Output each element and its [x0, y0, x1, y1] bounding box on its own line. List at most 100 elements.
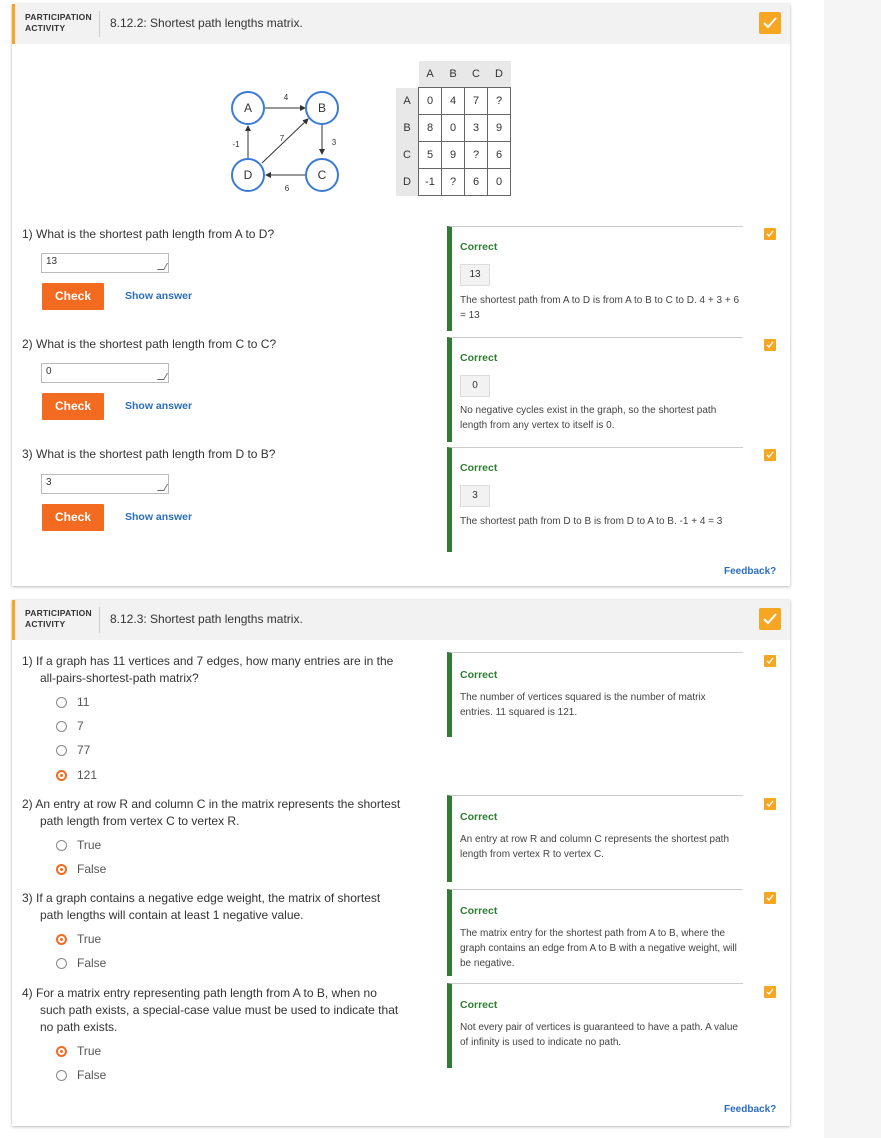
row-header: A — [396, 87, 419, 115]
col-header: D — [487, 61, 511, 88]
radio-button-selected[interactable] — [56, 1046, 67, 1057]
radio-button[interactable] — [56, 840, 67, 851]
radio-button[interactable] — [56, 958, 67, 969]
feedback-panel: Correct 3 The shortest path from D to B … — [447, 447, 743, 552]
matrix-cell: 8 — [418, 114, 442, 142]
question-4: 4) For a matrix entry representing path … — [22, 986, 399, 1034]
feedback-panel: Correct The matrix entry for the shortes… — [447, 889, 743, 976]
matrix-cell: ? — [441, 168, 465, 196]
matrix-cell: 3 — [464, 114, 488, 142]
svg-text:A: A — [244, 101, 252, 115]
show-answer-link[interactable]: Show answer — [125, 511, 192, 523]
radio-button-selected[interactable] — [56, 864, 67, 875]
participation-activity-1: PARTICIPATION ACTIVITY 8.12.2: Shortest … — [12, 4, 790, 586]
question-number: 2) — [22, 337, 33, 351]
feedback-value: 3 — [460, 485, 490, 507]
activity-header: PARTICIPATION ACTIVITY 8.12.2: Shortest … — [12, 4, 790, 44]
feedback-status: Correct — [460, 905, 498, 917]
feedback-panel: Correct 13 The shortest path from A to D… — [447, 226, 743, 331]
participation-activity-2: PARTICIPATION ACTIVITY 8.12.3: Shortest … — [12, 600, 790, 1126]
radio-button[interactable] — [56, 1070, 67, 1081]
feedback-status: Correct — [460, 462, 498, 474]
question-text: What is the shortest path length from A … — [36, 227, 275, 241]
matrix-cell: 7 — [464, 87, 488, 115]
matrix-cell: 0 — [418, 87, 442, 115]
feedback-status: Correct — [460, 352, 498, 364]
feedback-panel: Correct The number of vertices squared i… — [447, 652, 743, 737]
radio-button-selected[interactable] — [56, 934, 67, 945]
matrix-cell: 0 — [487, 168, 511, 196]
matrix-cell: 6 — [464, 168, 488, 196]
question-complete-icon — [764, 339, 776, 351]
check-button[interactable]: Check — [42, 504, 104, 531]
edge-d-b — [261, 118, 309, 164]
check-button[interactable]: Check — [42, 393, 104, 420]
radio-button[interactable] — [56, 697, 67, 708]
node-c: C — [305, 158, 339, 192]
show-answer-link[interactable]: Show answer — [125, 400, 192, 412]
feedback-status: Correct — [460, 241, 498, 253]
col-header: B — [441, 61, 465, 88]
svg-text:C: C — [318, 168, 327, 182]
graph-diagram: A B C D 4 -1 7 3 6 — [231, 91, 339, 193]
svg-text:D: D — [244, 168, 253, 182]
radio-button[interactable] — [56, 745, 67, 756]
weight-d-b: 7 — [280, 134, 285, 143]
matrix-cell: -1 — [418, 168, 442, 196]
activity-header: PARTICIPATION ACTIVITY 8.12.3: Shortest … — [12, 600, 790, 640]
matrix-cell: ? — [464, 141, 488, 169]
feedback-panel: Correct Not every pair of vertices is gu… — [447, 983, 743, 1068]
question-number: 1) — [22, 227, 33, 241]
feedback-explanation: An entry at row R and column C represent… — [460, 834, 730, 860]
weight-b-c: 3 — [332, 138, 337, 147]
node-a: A — [231, 91, 265, 125]
feedback-explanation: The number of vertices squared is the nu… — [460, 692, 706, 718]
question-complete-icon — [764, 449, 776, 461]
col-header: C — [464, 61, 488, 88]
answer-input[interactable]: 3 — [41, 474, 169, 494]
matrix-cell: ? — [487, 87, 511, 115]
feedback-explanation: The matrix entry for the shortest path f… — [460, 928, 737, 969]
question-number: 3) — [22, 447, 33, 461]
feedback-explanation: Not every pair of vertices is guaranteed… — [460, 1022, 738, 1048]
answer-input[interactable]: 13 — [41, 253, 169, 273]
matrix-cell: 9 — [487, 114, 511, 142]
show-answer-link[interactable]: Show answer — [125, 290, 192, 302]
feedback-panel: Correct 0 No negative cycles exist in th… — [447, 337, 743, 442]
radio-button-selected[interactable] — [56, 770, 67, 781]
answer-input[interactable]: 0 — [41, 363, 169, 383]
radio-button[interactable] — [56, 721, 67, 732]
feedback-link[interactable]: Feedback? — [724, 1104, 776, 1115]
question-text: What is the shortest path length from D … — [36, 447, 276, 461]
question-2: 2) What is the shortest path length from… — [22, 336, 432, 353]
matrix-cell: 9 — [441, 141, 465, 169]
feedback-link[interactable]: Feedback? — [724, 566, 776, 577]
right-sidebar — [824, 0, 881, 1138]
node-b: B — [305, 91, 339, 125]
feedback-explanation: The shortest path from A to D is from A … — [460, 295, 740, 321]
row-header: C — [396, 141, 419, 169]
question-complete-icon — [764, 986, 776, 998]
question-1: 1) If a graph has 11 vertices and 7 edge… — [22, 654, 394, 685]
weight-c-d: 6 — [285, 184, 290, 193]
activity-title: 8.12.2: Shortest path lengths matrix. — [110, 16, 303, 30]
feedback-explanation: No negative cycles exist in the graph, s… — [460, 405, 717, 431]
feedback-status: Correct — [460, 999, 498, 1011]
matrix-cell: 6 — [487, 141, 511, 169]
feedback-panel: Correct An entry at row R and column C r… — [447, 795, 743, 882]
question-complete-icon — [764, 655, 776, 667]
matrix-cell: 0 — [441, 114, 465, 142]
weight-a-b: 4 — [284, 93, 289, 102]
question-complete-icon — [764, 798, 776, 810]
question-text: What is the shortest path length from C … — [36, 337, 277, 351]
activity-type-label: PARTICIPATION ACTIVITY — [25, 12, 92, 33]
feedback-value: 0 — [460, 375, 490, 397]
feedback-value: 13 — [460, 264, 490, 286]
activity-type-label: PARTICIPATION ACTIVITY — [25, 608, 92, 629]
question-3: 3) What is the shortest path length from… — [22, 446, 432, 463]
activity-title: 8.12.3: Shortest path lengths matrix. — [110, 612, 303, 626]
row-header: B — [396, 114, 419, 142]
completion-check-icon — [759, 608, 781, 630]
question-3: 3) If a graph contains a negative edge w… — [22, 891, 381, 922]
check-button[interactable]: Check — [42, 283, 104, 310]
